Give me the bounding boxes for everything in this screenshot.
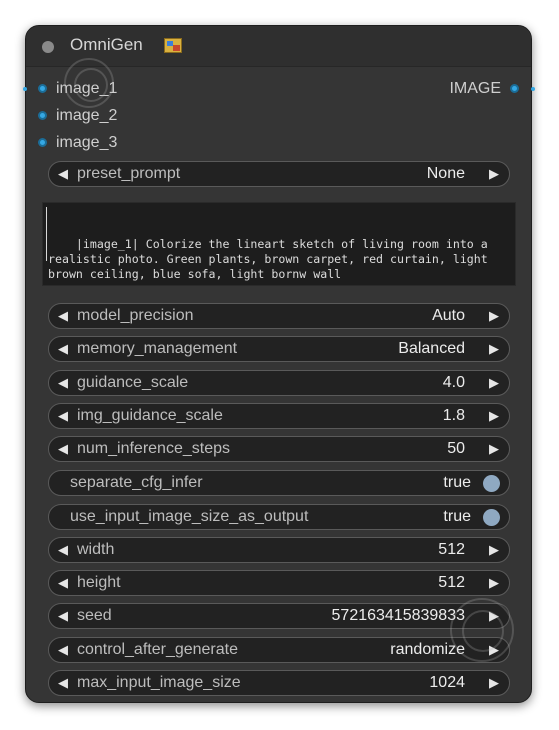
increment-arrow-icon[interactable]: ▶ — [489, 638, 499, 662]
widget-value: true — [443, 508, 471, 525]
text-caret — [46, 207, 47, 261]
widget-label: model_precision — [77, 307, 194, 324]
prompt-textarea[interactable]: |image_1| Colorize the lineart sketch of… — [42, 202, 516, 286]
widget-label: preset_prompt — [77, 165, 181, 182]
widget-label: img_guidance_scale — [77, 407, 223, 424]
increment-arrow-icon[interactable]: ▶ — [489, 304, 499, 328]
model-precision-combo[interactable]: ◀ model_precision Auto ▶ — [48, 303, 510, 329]
output-slot-label: IMAGE — [449, 80, 501, 97]
input-slot-label: image_1 — [56, 80, 118, 97]
picture-emoji-icon — [164, 38, 182, 53]
guidance-scale-number[interactable]: ◀ guidance_scale 4.0 ▶ — [48, 370, 510, 396]
prompt-text: |image_1| Colorize the lineart sketch of… — [48, 237, 495, 281]
increment-arrow-icon[interactable]: ▶ — [489, 404, 499, 428]
widget-value: Auto — [432, 307, 465, 324]
input-connector-icon[interactable] — [38, 111, 47, 120]
widget-label: max_input_image_size — [77, 674, 241, 691]
decrement-arrow-icon[interactable]: ◀ — [58, 638, 68, 662]
increment-arrow-icon[interactable]: ▶ — [489, 437, 499, 461]
link-endpoint-icon — [531, 87, 535, 91]
separate-cfg-infer-toggle[interactable]: separate_cfg_infer true — [48, 470, 510, 496]
input-connector-icon[interactable] — [38, 84, 47, 93]
increment-arrow-icon[interactable]: ▶ — [489, 604, 499, 628]
height-number[interactable]: ◀ height 512 ▶ — [48, 570, 510, 596]
num-inference-steps-number[interactable]: ◀ num_inference_steps 50 ▶ — [48, 436, 510, 462]
increment-arrow-icon[interactable]: ▶ — [489, 671, 499, 695]
width-number[interactable]: ◀ width 512 ▶ — [48, 537, 510, 563]
widget-value: 1024 — [429, 674, 465, 691]
widget-label: separate_cfg_infer — [70, 474, 203, 491]
decrement-arrow-icon[interactable]: ◀ — [58, 571, 68, 595]
use-input-image-size-toggle[interactable]: use_input_image_size_as_output true — [48, 504, 510, 530]
widget-value: 1.8 — [442, 407, 465, 424]
control-after-generate-combo[interactable]: ◀ control_after_generate randomize ▶ — [48, 637, 510, 663]
increment-arrow-icon[interactable]: ▶ — [489, 162, 499, 186]
widget-value: 512 — [438, 574, 465, 591]
input-slot-label: image_2 — [56, 107, 118, 124]
link-endpoint-icon — [23, 87, 27, 91]
widget-label: use_input_image_size_as_output — [70, 508, 309, 525]
decrement-arrow-icon[interactable]: ◀ — [58, 404, 68, 428]
widget-value: 50 — [447, 440, 465, 457]
decrement-arrow-icon[interactable]: ◀ — [58, 304, 68, 328]
decrement-arrow-icon[interactable]: ◀ — [58, 371, 68, 395]
node-titlebar[interactable]: OmniGen — [26, 26, 531, 67]
widget-value: 4.0 — [442, 374, 465, 391]
decrement-arrow-icon[interactable]: ◀ — [58, 671, 68, 695]
increment-arrow-icon[interactable]: ▶ — [489, 337, 499, 361]
increment-arrow-icon[interactable]: ▶ — [489, 371, 499, 395]
seed-number[interactable]: ◀ seed 572163415839833 ▶ — [48, 603, 510, 629]
img-guidance-scale-number[interactable]: ◀ img_guidance_scale 1.8 ▶ — [48, 403, 510, 429]
toggle-knob-icon[interactable] — [483, 475, 500, 492]
decrement-arrow-icon[interactable]: ◀ — [58, 337, 68, 361]
widget-value: 572163415839833 — [331, 607, 465, 624]
increment-arrow-icon[interactable]: ▶ — [489, 538, 499, 562]
input-slot-label: image_3 — [56, 134, 118, 151]
node-title: OmniGen — [70, 35, 143, 54]
widget-label: guidance_scale — [77, 374, 189, 391]
input-connector-icon[interactable] — [38, 138, 47, 147]
widget-value: 512 — [438, 541, 465, 558]
max-input-image-size-number[interactable]: ◀ max_input_image_size 1024 ▶ — [48, 670, 510, 696]
widget-label: seed — [77, 607, 112, 624]
toggle-knob-icon[interactable] — [483, 509, 500, 526]
output-connector-icon[interactable] — [510, 84, 519, 93]
widget-label: num_inference_steps — [77, 440, 230, 457]
widget-value: randomize — [390, 641, 465, 658]
decrement-arrow-icon[interactable]: ◀ — [58, 538, 68, 562]
decrement-arrow-icon[interactable]: ◀ — [58, 604, 68, 628]
output-slot-image[interactable]: IMAGE — [429, 77, 519, 101]
widget-label: height — [77, 574, 121, 591]
widget-value: true — [443, 474, 471, 491]
decrement-arrow-icon[interactable]: ◀ — [58, 437, 68, 461]
preset-prompt-combo[interactable]: ◀ preset_prompt None ▶ — [48, 161, 510, 187]
widget-label: control_after_generate — [77, 641, 238, 658]
decrement-arrow-icon[interactable]: ◀ — [58, 162, 68, 186]
omnigen-node[interactable]: OmniGen image_1 image_2 image_3 IMAGE ◀ … — [25, 25, 532, 703]
widget-label: memory_management — [77, 340, 238, 357]
memory-management-combo[interactable]: ◀ memory_management Balanced ▶ — [48, 336, 510, 362]
collapse-dot-icon[interactable] — [42, 41, 54, 53]
increment-arrow-icon[interactable]: ▶ — [489, 571, 499, 595]
widget-label: width — [77, 541, 115, 558]
widget-value: Balanced — [398, 340, 465, 357]
widget-value: None — [426, 165, 465, 182]
